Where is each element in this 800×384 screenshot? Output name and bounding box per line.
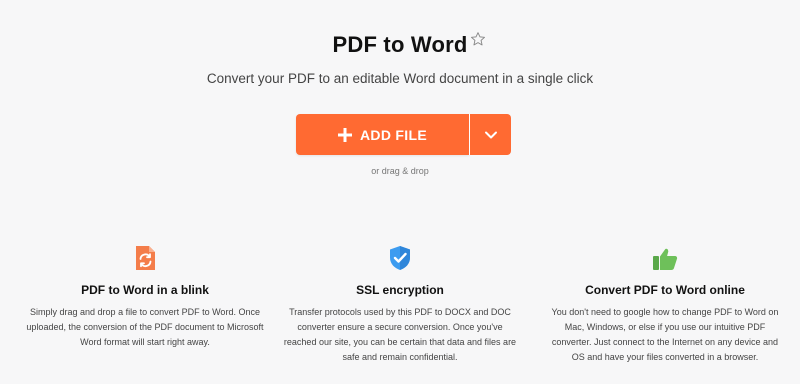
feature-description: Transfer protocols used by this PDF to D… — [283, 307, 517, 362]
feature-convert-online: Convert PDF to Word online You don't nee… — [540, 244, 790, 365]
chevron-down-icon — [484, 131, 497, 138]
add-file-label: ADD FILE — [360, 126, 427, 143]
feature-description: You don't need to google how to change P… — [551, 307, 779, 362]
thumbs-up-icon — [653, 248, 678, 270]
page-title-row: PDF to Word — [0, 32, 800, 58]
drag-drop-hint: or drag & drop — [371, 166, 429, 176]
feature-ssl-encryption: SSL encryption Transfer protocols used b… — [275, 244, 525, 365]
add-file-button[interactable]: ADD FILE — [296, 114, 469, 155]
shield-check-icon — [390, 246, 410, 270]
page-title: PDF to Word — [332, 32, 468, 57]
upload-options-dropdown[interactable] — [470, 114, 511, 155]
plus-icon — [338, 127, 353, 142]
feature-convert-fast: PDF to Word in a blink Simply drag and d… — [20, 244, 270, 350]
page-subtitle: Convert your PDF to an editable Word doc… — [206, 71, 594, 86]
feature-title: Convert PDF to Word online — [585, 283, 745, 297]
feature-title: PDF to Word in a blink — [81, 283, 209, 297]
feature-title: SSL encryption — [356, 283, 444, 297]
refresh-file-icon — [136, 246, 155, 270]
feature-description: Simply drag and drop a file to convert P… — [26, 307, 264, 347]
star-icon[interactable] — [470, 31, 486, 47]
